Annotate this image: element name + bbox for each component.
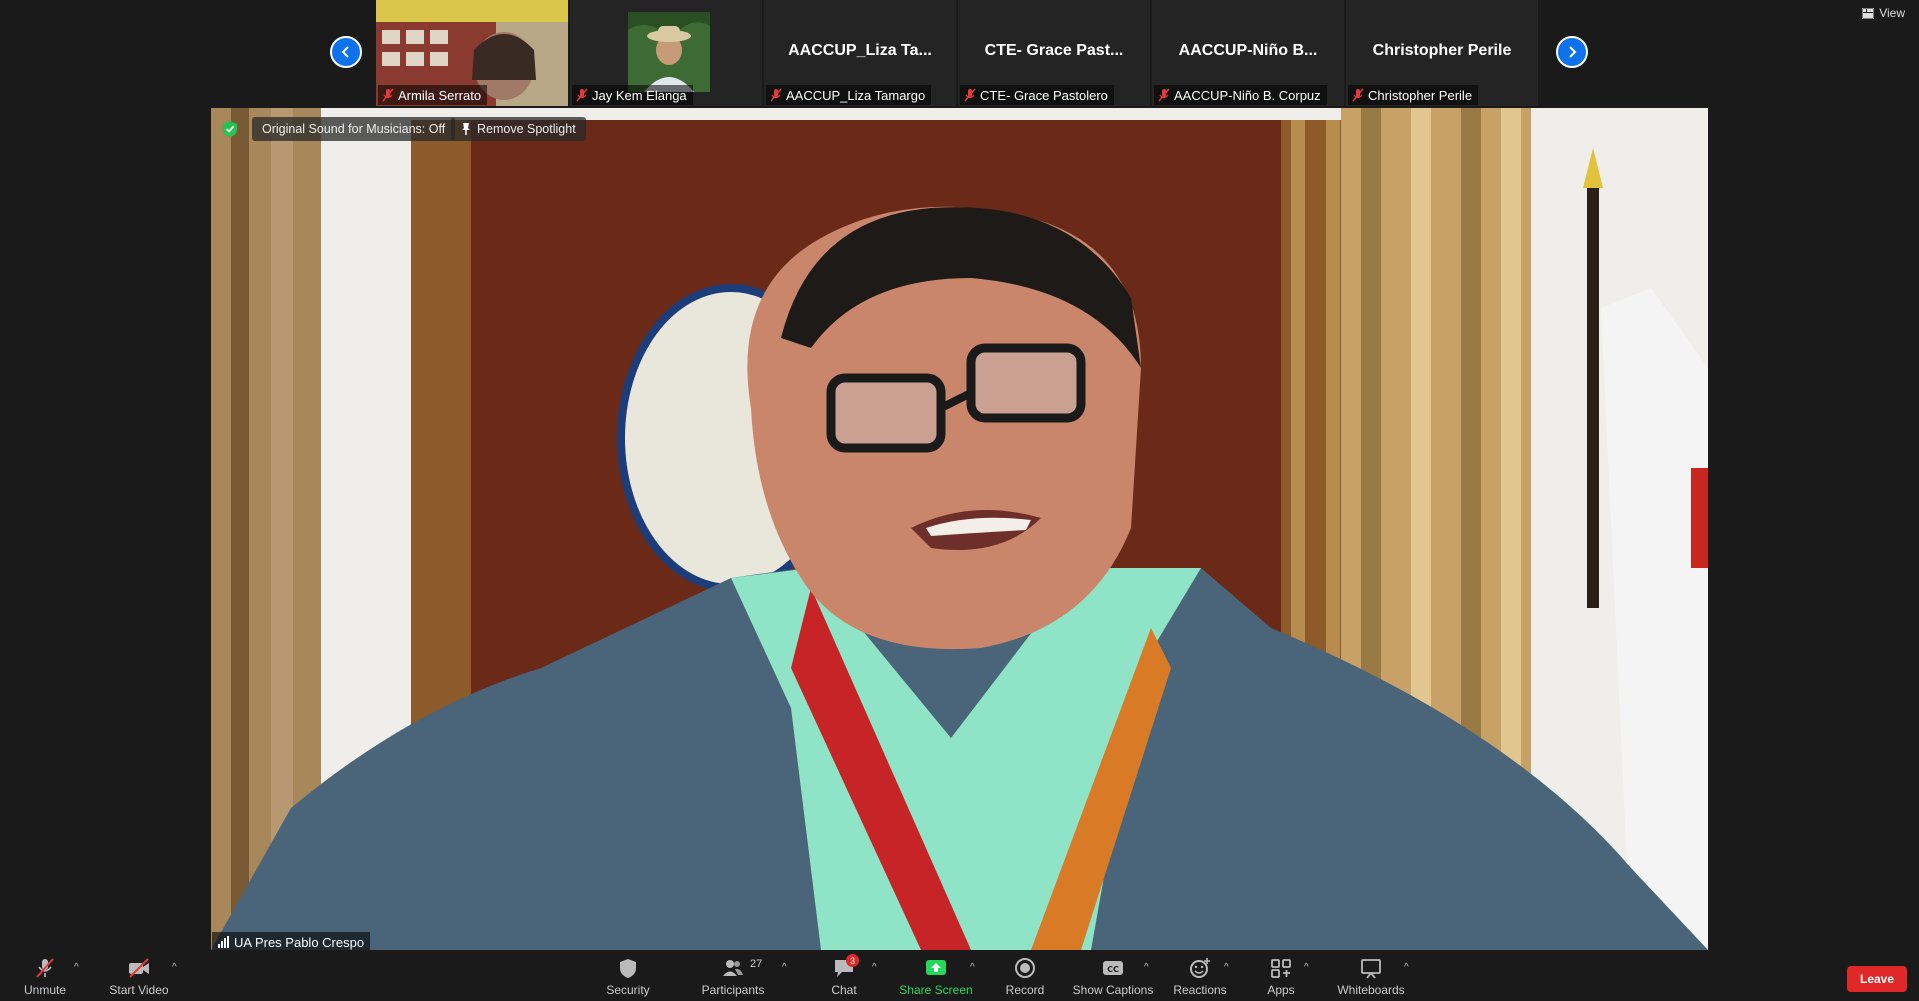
apps-label: Apps bbox=[1267, 983, 1295, 997]
participant-name: CTE- Grace Pastolero bbox=[980, 87, 1108, 103]
unmute-button[interactable]: Unmute bbox=[14, 950, 76, 1001]
participant-display-name: AACCUP-Niño B... bbox=[1178, 42, 1318, 59]
record-icon bbox=[1015, 958, 1035, 978]
muted-mic-icon bbox=[1352, 88, 1364, 102]
chat-options-caret[interactable]: ^ bbox=[872, 962, 877, 973]
chevron-right-icon bbox=[1569, 46, 1577, 58]
main-speaker-video[interactable] bbox=[211, 108, 1708, 950]
security-button[interactable]: Security bbox=[598, 950, 658, 1001]
participant-name: Jay Kem Elanga bbox=[592, 87, 687, 103]
remove-spotlight-label: Remove Spotlight bbox=[477, 122, 576, 136]
view-button[interactable]: View bbox=[1862, 6, 1905, 20]
video-thumbnail[interactable]: Jay Kem Elanga bbox=[570, 0, 762, 106]
share-screen-icon bbox=[926, 960, 946, 975]
next-page-button[interactable] bbox=[1556, 36, 1588, 68]
chevron-left-icon bbox=[341, 46, 349, 58]
whiteboards-button[interactable]: Whiteboards bbox=[1330, 950, 1412, 1001]
participant-name: AACCUP_Liza Tamargo bbox=[786, 87, 926, 103]
remove-spotlight-button[interactable]: Remove Spotlight bbox=[451, 117, 586, 141]
whiteboards-label: Whiteboards bbox=[1337, 983, 1405, 997]
muted-mic-icon bbox=[382, 88, 394, 102]
muted-mic-icon bbox=[964, 88, 976, 102]
participant-display-name: Christopher Perile bbox=[1372, 42, 1512, 59]
chat-button[interactable]: Chat bbox=[822, 950, 866, 1001]
video-thumbnail[interactable]: Armila Serrato bbox=[376, 0, 568, 106]
apps-icon bbox=[1271, 959, 1291, 978]
show-captions-button[interactable]: CC Show Captions bbox=[1070, 950, 1156, 1001]
captions-options-caret[interactable]: ^ bbox=[1144, 962, 1149, 973]
start-video-button[interactable]: Start Video bbox=[104, 950, 174, 1001]
leave-button[interactable]: Leave bbox=[1847, 966, 1907, 992]
share-options-caret[interactable]: ^ bbox=[970, 962, 975, 973]
reactions-options-caret[interactable]: ^ bbox=[1224, 962, 1229, 973]
muted-mic-icon bbox=[576, 88, 588, 102]
view-label: View bbox=[1879, 6, 1905, 20]
connection-signal-icon bbox=[218, 936, 229, 948]
whiteboard-icon bbox=[1361, 959, 1381, 979]
participants-label: Participants bbox=[701, 983, 765, 997]
previous-page-button[interactable] bbox=[330, 36, 362, 68]
original-sound-status[interactable]: Original Sound for Musicians: Off bbox=[252, 117, 456, 141]
participant-name-label: AACCUP-Niño B. Corpuz bbox=[1154, 85, 1327, 105]
participants-count: 27 bbox=[750, 958, 763, 970]
record-label: Record bbox=[1005, 983, 1045, 997]
share-screen-button[interactable]: Share Screen bbox=[898, 950, 974, 1001]
meeting-toolbar: Unmute ^ Start Video ^ Security Particip… bbox=[0, 950, 1919, 1001]
video-off-icon bbox=[129, 958, 149, 978]
grid-view-icon bbox=[1862, 7, 1875, 19]
video-options-caret[interactable]: ^ bbox=[172, 962, 177, 973]
encryption-shield-icon[interactable] bbox=[222, 120, 238, 138]
reactions-label: Reactions bbox=[1173, 983, 1227, 997]
reactions-button[interactable]: Reactions bbox=[1170, 950, 1230, 1001]
security-shield-icon bbox=[620, 959, 636, 978]
speaker-name-label: UA Pres Pablo Crespo bbox=[212, 932, 371, 952]
video-thumbnail[interactable]: AACCUP-Niño B... AACCUP-Niño B. Corpuz bbox=[1152, 0, 1344, 106]
record-button[interactable]: Record bbox=[1000, 950, 1050, 1001]
speaker-name: UA Pres Pablo Crespo bbox=[234, 934, 365, 950]
participants-icon bbox=[723, 960, 743, 976]
chat-unread-badge: 3 bbox=[846, 954, 859, 967]
participant-name: AACCUP-Niño B. Corpuz bbox=[1174, 87, 1321, 103]
video-thumbnail[interactable]: Christopher Perile Christopher Perile bbox=[1346, 0, 1538, 106]
participant-name-label: AACCUP_Liza Tamargo bbox=[766, 85, 932, 105]
muted-mic-icon bbox=[1158, 88, 1170, 102]
participant-name: Christopher Perile bbox=[1368, 87, 1473, 103]
unmute-label: Unmute bbox=[23, 983, 67, 997]
participant-name-label: Christopher Perile bbox=[1348, 85, 1479, 105]
participant-display-name: CTE- Grace Past... bbox=[984, 42, 1124, 59]
pin-icon bbox=[462, 123, 470, 135]
participant-name: Armila Serrato bbox=[398, 87, 482, 103]
original-sound-label: Original Sound for Musicians: Off bbox=[262, 122, 446, 136]
security-label: Security bbox=[606, 983, 650, 997]
participant-display-name: AACCUP_Liza Ta... bbox=[788, 42, 932, 59]
video-thumbnail[interactable]: AACCUP_Liza Ta... AACCUP_Liza Tamargo bbox=[764, 0, 956, 106]
muted-mic-icon bbox=[36, 958, 54, 978]
apps-options-caret[interactable]: ^ bbox=[1304, 962, 1309, 973]
chat-label: Chat bbox=[831, 983, 857, 997]
participant-name-label: Armila Serrato bbox=[378, 85, 488, 105]
audio-options-caret[interactable]: ^ bbox=[74, 962, 79, 973]
participants-options-caret[interactable]: ^ bbox=[782, 962, 787, 973]
show-captions-label: Show Captions bbox=[1072, 983, 1154, 997]
closed-captions-icon: CC bbox=[1103, 961, 1123, 975]
apps-button[interactable]: Apps bbox=[1258, 950, 1304, 1001]
video-thumbnail[interactable]: CTE- Grace Past... CTE- Grace Pastolero bbox=[958, 0, 1150, 106]
svg-text:CC: CC bbox=[1107, 965, 1119, 974]
smiley-plus-icon bbox=[1190, 958, 1210, 978]
speaker-video-feed bbox=[211, 108, 1708, 950]
whiteboards-options-caret[interactable]: ^ bbox=[1404, 962, 1409, 973]
participant-name-label: Jay Kem Elanga bbox=[572, 85, 693, 105]
muted-mic-icon bbox=[770, 88, 782, 102]
start-video-label: Start Video bbox=[109, 983, 169, 997]
participant-name-label: CTE- Grace Pastolero bbox=[960, 85, 1114, 105]
share-screen-label: Share Screen bbox=[899, 983, 973, 997]
